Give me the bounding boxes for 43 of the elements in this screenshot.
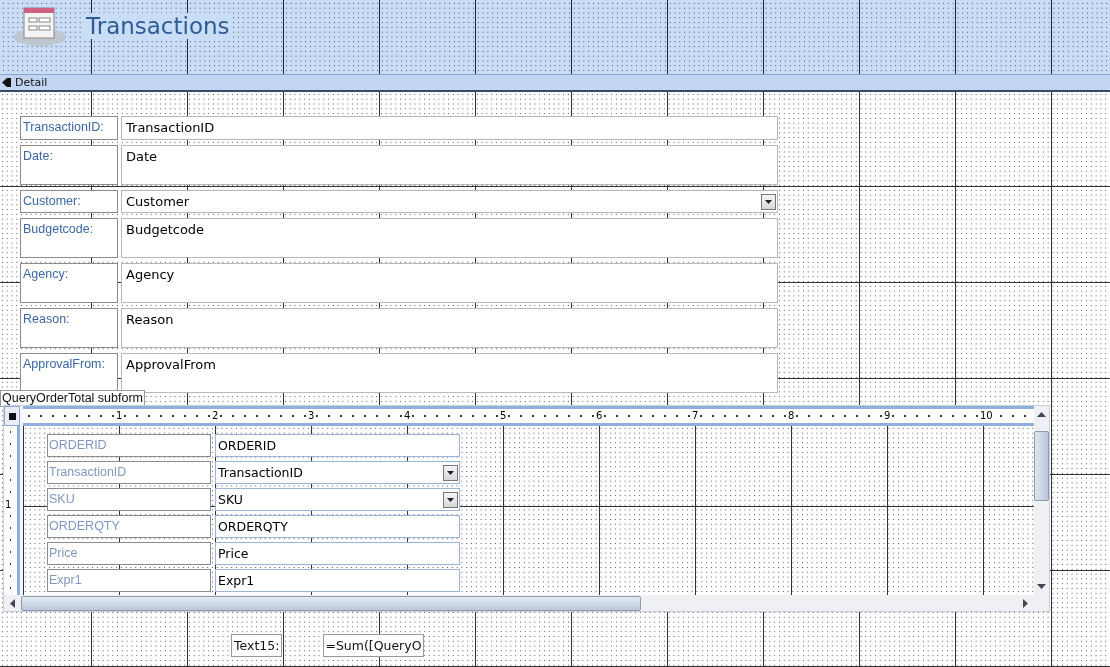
text-field[interactable]: ORDERQTY [215,515,460,538]
scroll-thumb[interactable] [1034,430,1049,501]
ruler-number: 1 [5,499,12,510]
text-field[interactable]: Customer [121,190,778,213]
scroll-down-icon [1037,584,1046,589]
field-label[interactable]: Reason: [20,308,118,348]
dropdown-button[interactable] [443,464,458,481]
field-label[interactable]: Agency: [20,263,118,303]
horizontal-scrollbar[interactable] [4,595,1034,611]
text-field[interactable]: =Sum([QueryO [323,634,424,657]
scroll-up-icon [1037,412,1046,417]
vertical-scrollbar[interactable] [1034,406,1049,595]
section-label: Detail [15,76,48,89]
caret-icon [447,497,454,502]
text-field[interactable]: Agency [121,263,778,303]
field-label[interactable]: Customer: [20,190,118,213]
field-label[interactable]: Text15: [231,634,283,657]
section-selector-icon [2,78,11,87]
field-label[interactable]: TransactionID: [20,116,118,140]
dropdown-button[interactable] [761,193,776,210]
caret-icon [447,470,454,475]
dropdown-button[interactable] [443,491,458,508]
text-field[interactable]: SKU [215,488,460,511]
scroll-right-icon [1023,598,1028,608]
text-field[interactable]: Reason [121,308,778,348]
section-bar[interactable]: Detail [0,75,1110,92]
field-label[interactable]: Budgetcode: [20,218,118,258]
scroll-left-icon [10,598,15,608]
field-label[interactable]: Date: [20,145,118,185]
text-field[interactable]: ORDERID [215,434,460,457]
form-selector[interactable] [4,406,20,426]
subform-frame[interactable]: 1 2 3 4 5 6 7 8 9 10 1 ORDERID ORDERID TransactionID TransactionID SKU SKU ORDERQTY ORDERQTY Price Price Expr1 Expr1 [3,405,1050,612]
text-field[interactable]: Price [215,542,460,565]
field-label[interactable]: ApprovalFrom: [20,353,118,393]
caret-icon [765,199,772,204]
text-field[interactable]: TransactionID [215,461,460,484]
form-title: Transactions [84,13,232,39]
text-field[interactable]: Expr1 [215,569,460,592]
text-field[interactable]: ApprovalFrom [121,353,778,393]
text-field[interactable]: Budgetcode [121,218,778,258]
scroll-thumb[interactable] [21,595,641,611]
text-field[interactable]: Date [121,145,778,185]
text-field[interactable]: TransactionID [121,116,778,140]
